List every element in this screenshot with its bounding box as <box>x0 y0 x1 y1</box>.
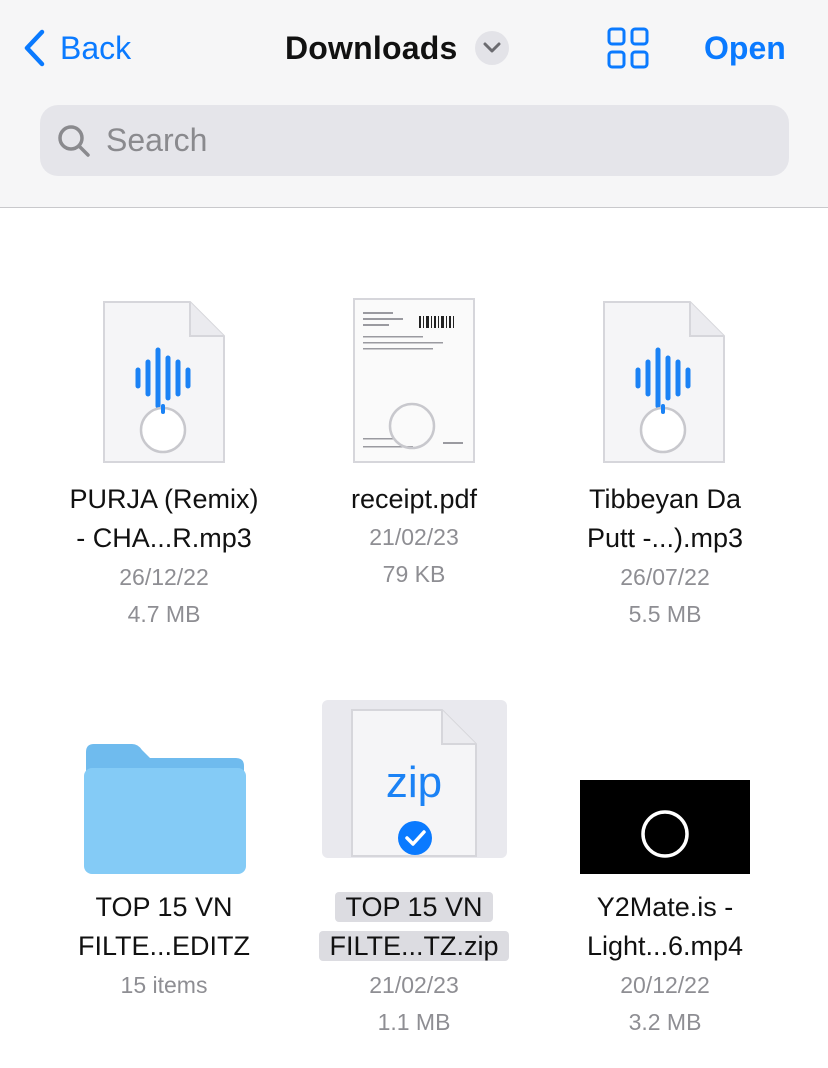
file-name-line: Y2Mate.is - <box>596 892 734 922</box>
file-name-line: TOP 15 VN <box>289 888 539 927</box>
file-name-line: FILTE...TZ.zip <box>289 927 539 966</box>
grid-icon <box>607 27 649 69</box>
file-size: 3.2 MB <box>628 1009 702 1035</box>
pdf-thumbnail <box>353 298 475 463</box>
file-size: 1.1 MB <box>377 1009 451 1035</box>
search-field[interactable]: Search <box>40 105 789 176</box>
file-date: 21/02/23 <box>369 972 459 998</box>
file-date: 21/02/23 <box>369 524 459 550</box>
chevron-down-icon <box>483 42 501 53</box>
grid-view-button[interactable] <box>606 26 650 70</box>
file-name-line: Putt -...).mp3 <box>586 523 744 553</box>
file-name-line: - CHA...R.mp3 <box>76 523 252 553</box>
zip-label: zip <box>385 758 443 807</box>
folder-item-count: 15 items <box>120 972 208 998</box>
title-menu-button[interactable] <box>475 31 510 65</box>
search-placeholder: Search <box>106 122 208 158</box>
file-size: 5.5 MB <box>628 601 702 627</box>
file-name-line: receipt.pdf <box>350 484 478 514</box>
search-icon <box>58 124 90 157</box>
title-area[interactable]: Downloads <box>285 26 510 70</box>
file-size: 79 KB <box>382 561 446 587</box>
navigation-header: Back Downloads Open Search <box>0 0 828 208</box>
file-date: 26/12/22 <box>119 564 209 590</box>
file-name-line: FILTE...EDITZ <box>77 931 250 961</box>
folder-icon <box>84 744 246 874</box>
file-size: 4.7 MB <box>127 601 201 627</box>
chevron-left-icon <box>24 29 45 67</box>
file-name-line: Light...6.mp4 <box>586 931 744 961</box>
open-button[interactable]: Open <box>704 26 786 70</box>
file-name-line: TOP 15 VN <box>95 892 233 922</box>
audio-file-icon <box>603 301 725 463</box>
back-button[interactable]: Back <box>22 26 131 70</box>
file-date: 26/07/22 <box>620 564 710 590</box>
file-date: 20/12/22 <box>620 972 710 998</box>
back-label: Back <box>60 29 132 66</box>
audio-file-icon <box>103 301 225 463</box>
video-thumbnail <box>580 780 750 874</box>
file-name-line: PURJA (Remix) <box>69 484 259 514</box>
page-title: Downloads <box>285 29 458 66</box>
file-name-line: Tibbeyan Da <box>588 484 742 514</box>
